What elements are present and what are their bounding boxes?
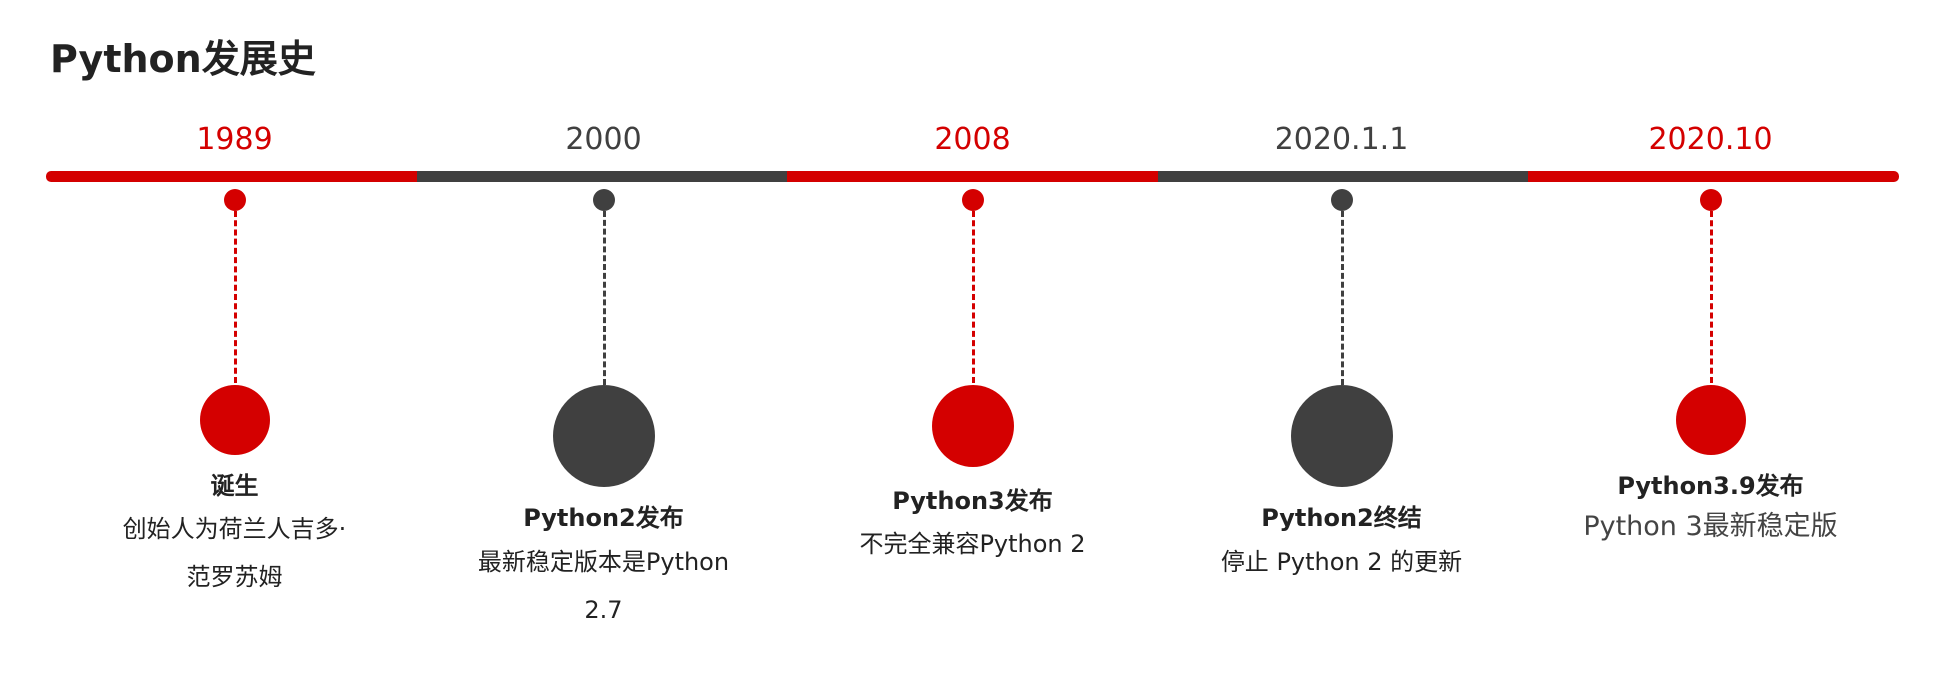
timeline-event-1989: 1989 诞生 创始人为荷兰人吉多·范罗苏姆 (50, 0, 419, 678)
event-circle (1290, 385, 1393, 487)
event-year: 2000 (565, 122, 642, 157)
event-description: 最新稳定版本是Python 2.7 (477, 548, 730, 624)
dashed-connector (971, 211, 975, 383)
timeline-marker-dot (961, 189, 984, 211)
timeline-marker-dot (592, 189, 615, 211)
timeline-marker-dot (223, 189, 246, 211)
dashed-connector (1709, 211, 1713, 383)
dashed-connector (1340, 211, 1344, 385)
event-heading: Python3发布 (892, 487, 1053, 515)
event-year: 2008 (934, 122, 1011, 157)
event-circle (199, 385, 270, 455)
timeline-marker-dot (1330, 189, 1353, 211)
event-circle (1675, 385, 1746, 455)
dashed-connector (233, 211, 237, 383)
timeline-event-2000: 2000 Python2发布 最新稳定版本是Python 2.7 (419, 0, 788, 678)
timeline-event-2020-1-1: 2020.1.1 Python2终结 停止 Python 2 的更新 (1157, 0, 1526, 678)
event-description: 不完全兼容Python 2 (859, 530, 1086, 558)
event-description: Python 3最新稳定版 (1583, 511, 1838, 542)
timeline-event-2020-10: 2020.10 Python3.9发布 Python 3最新稳定版 (1526, 0, 1895, 678)
event-circle (931, 385, 1014, 467)
timeline-event-2008: 2008 Python3发布 不完全兼容Python 2 (788, 0, 1157, 678)
event-circle (552, 385, 655, 487)
event-year: 2020.10 (1648, 122, 1773, 157)
event-year: 2020.1.1 (1274, 122, 1409, 157)
event-heading: 诞生 (210, 472, 259, 500)
event-year: 1989 (196, 122, 273, 157)
event-heading: Python2终结 (1261, 504, 1422, 532)
event-description: 创始人为荷兰人吉多·范罗苏姆 (122, 515, 347, 591)
dashed-connector (602, 211, 606, 385)
event-heading: Python2发布 (523, 504, 684, 532)
timeline-marker-dot (1699, 189, 1722, 211)
event-heading: Python3.9发布 (1617, 472, 1804, 500)
event-description: 停止 Python 2 的更新 (1220, 548, 1463, 576)
